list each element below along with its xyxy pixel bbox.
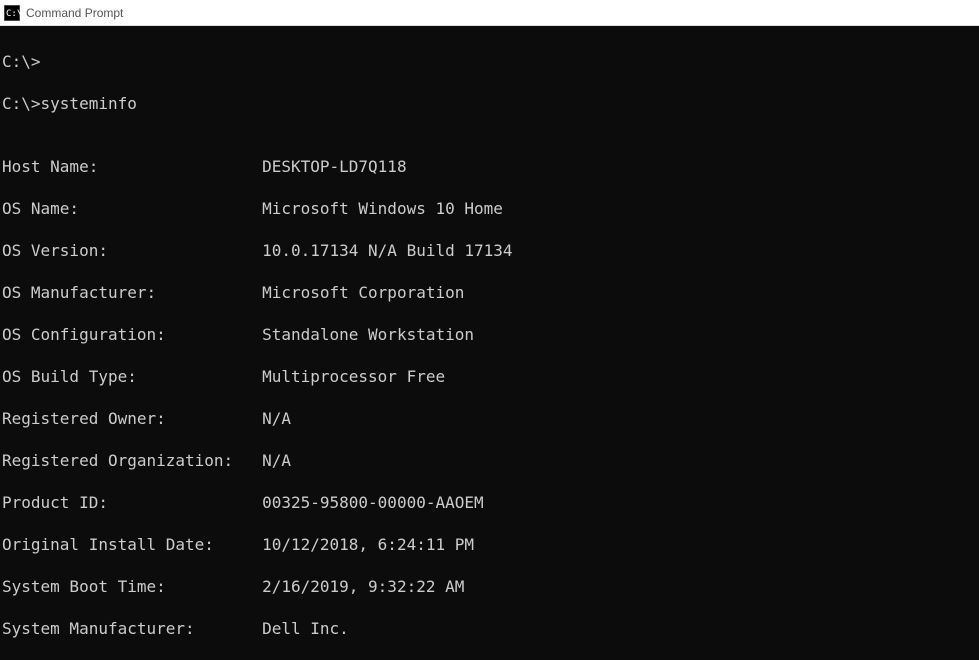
- info-label: Product ID:: [2, 492, 262, 513]
- info-row: System Manufacturer:Dell Inc.: [2, 618, 977, 639]
- info-row: OS Name:Microsoft Windows 10 Home: [2, 198, 977, 219]
- info-label: Registered Owner:: [2, 408, 262, 429]
- prompt-line-command: C:\>systeminfo: [2, 93, 977, 114]
- info-row: System Boot Time:2/16/2019, 9:32:22 AM: [2, 576, 977, 597]
- info-value: N/A: [262, 409, 291, 428]
- titlebar-title: Command Prompt: [26, 6, 123, 20]
- info-label: Original Install Date:: [2, 534, 262, 555]
- command-prompt-window: C:\ Command Prompt C:\> C:\>systeminfo H…: [0, 0, 979, 660]
- titlebar[interactable]: C:\ Command Prompt: [0, 0, 979, 26]
- info-value: Standalone Workstation: [262, 325, 474, 344]
- info-label: OS Build Type:: [2, 366, 262, 387]
- info-row: Registered Organization:N/A: [2, 450, 977, 471]
- info-row: OS Configuration:Standalone Workstation: [2, 324, 977, 345]
- info-label: OS Manufacturer:: [2, 282, 262, 303]
- info-row: Registered Owner:N/A: [2, 408, 977, 429]
- info-row: Host Name:DESKTOP-LD7Q118: [2, 156, 977, 177]
- info-label: Registered Organization:: [2, 450, 262, 471]
- info-row: Product ID:00325-95800-00000-AAOEM: [2, 492, 977, 513]
- info-value: Microsoft Corporation: [262, 283, 464, 302]
- info-value: DESKTOP-LD7Q118: [262, 157, 407, 176]
- info-value: N/A: [262, 451, 291, 470]
- info-label: System Manufacturer:: [2, 618, 262, 639]
- info-row: OS Manufacturer:Microsoft Corporation: [2, 282, 977, 303]
- info-row: Original Install Date:10/12/2018, 6:24:1…: [2, 534, 977, 555]
- terminal-output[interactable]: C:\> C:\>systeminfo Host Name:DESKTOP-LD…: [0, 26, 979, 660]
- info-value: Multiprocessor Free: [262, 367, 445, 386]
- svg-text:C:\: C:\: [6, 9, 20, 19]
- info-label: OS Name:: [2, 198, 262, 219]
- info-value: Microsoft Windows 10 Home: [262, 199, 503, 218]
- info-value: 10/12/2018, 6:24:11 PM: [262, 535, 474, 554]
- info-label: OS Configuration:: [2, 324, 262, 345]
- info-value: 10.0.17134 N/A Build 17134: [262, 241, 512, 260]
- info-value: 2/16/2019, 9:32:22 AM: [262, 577, 464, 596]
- info-value: Dell Inc.: [262, 619, 349, 638]
- info-row: OS Build Type:Multiprocessor Free: [2, 366, 977, 387]
- prompt-line: C:\>: [2, 51, 977, 72]
- info-label: System Boot Time:: [2, 576, 262, 597]
- command-prompt-icon: C:\: [4, 5, 20, 21]
- info-row: OS Version:10.0.17134 N/A Build 17134: [2, 240, 977, 261]
- info-label: OS Version:: [2, 240, 262, 261]
- info-value: 00325-95800-00000-AAOEM: [262, 493, 484, 512]
- info-label: Host Name:: [2, 156, 262, 177]
